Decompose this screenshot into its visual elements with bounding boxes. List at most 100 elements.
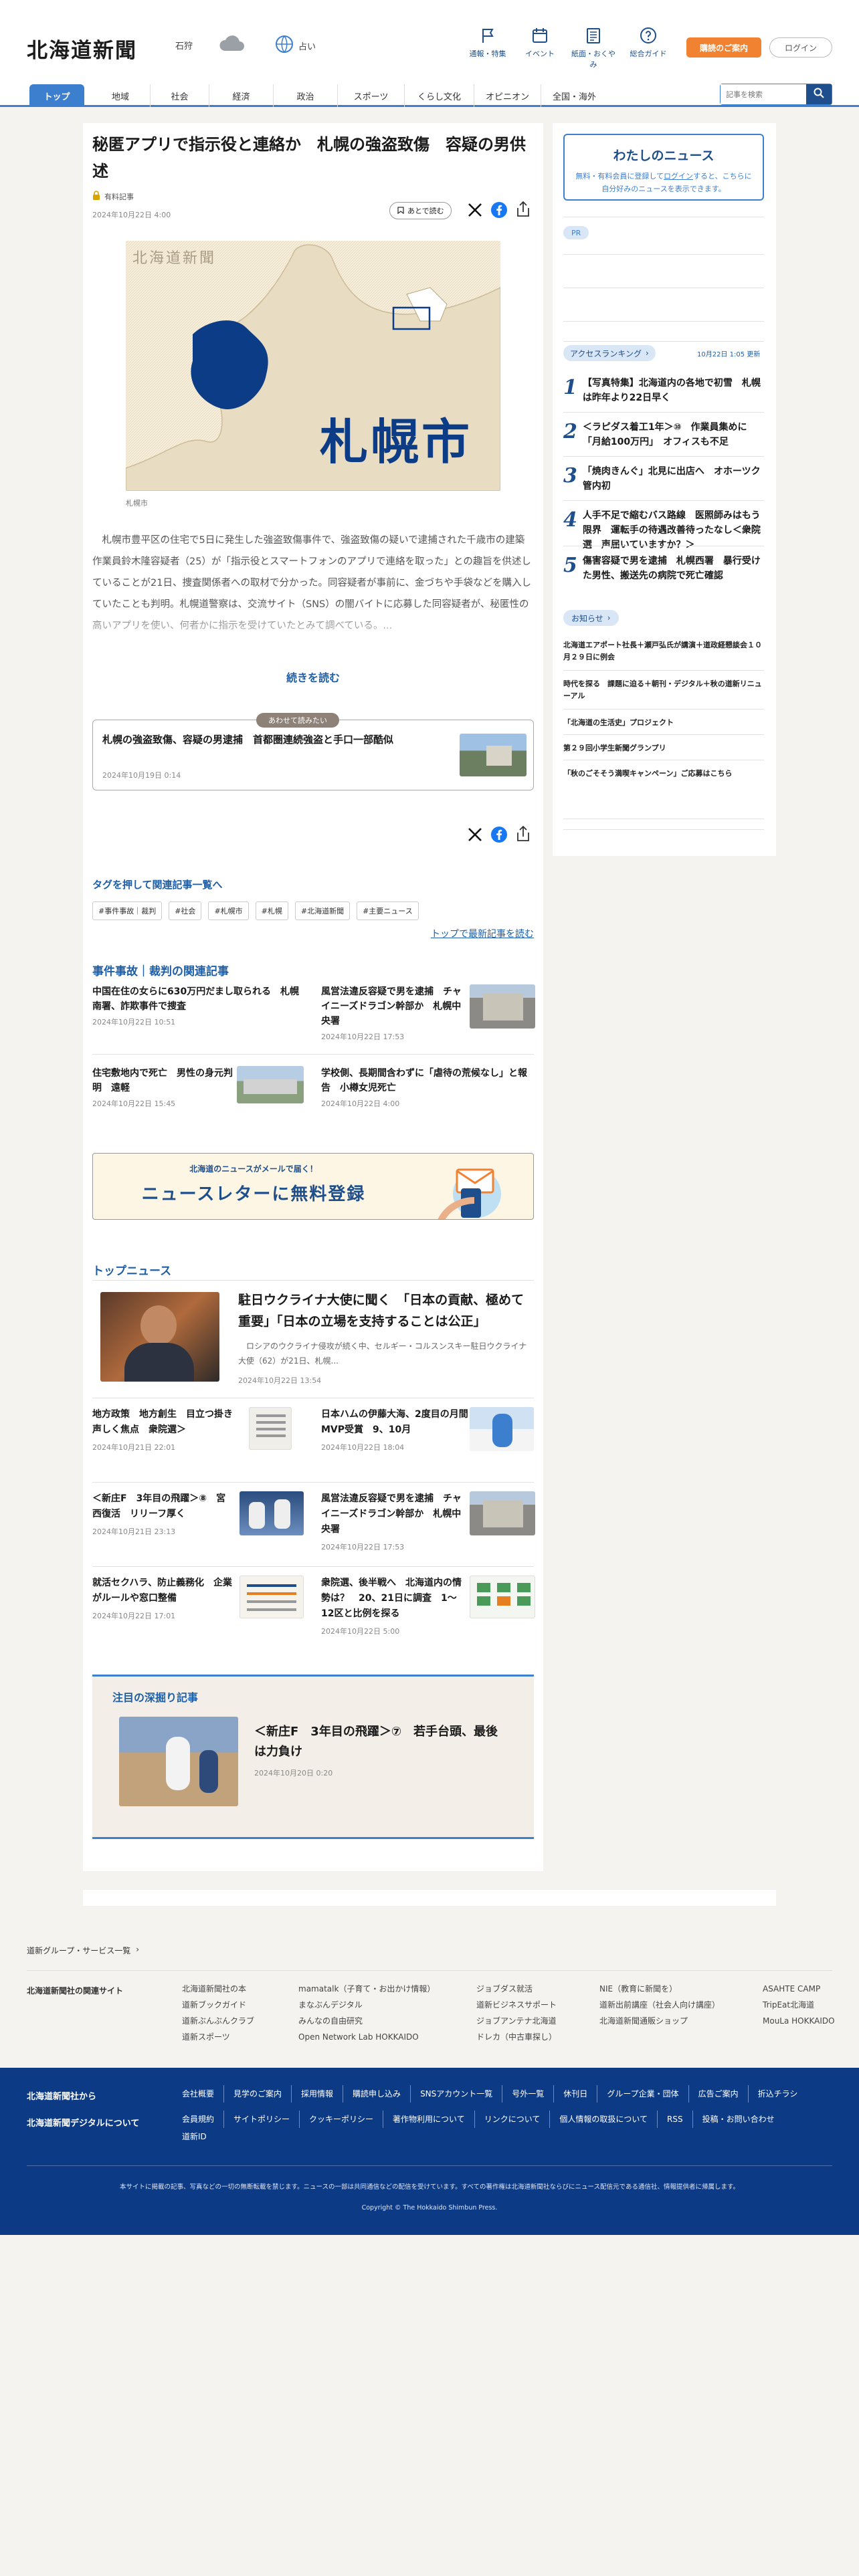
company-link[interactable]: グループ企業・団体 [597,2085,688,2103]
top-news-item[interactable]: ＜新庄F 3年目の飛躍＞⑧ 宮西復活 リリーフ厚く 2024年10月21日 23… [92,1491,306,1537]
company-link[interactable]: 休刊日 [553,2085,597,2103]
ranking-item[interactable]: 3 「焼肉きんぐ」北見に出店へ オホーツク管内初 [563,464,764,494]
ranking-heading[interactable]: アクセスランキング › [563,345,656,361]
notice-item[interactable]: 時代を探る 課題に迫る＋朝刊・デジタル＋秋の道新リニューアル [563,678,764,702]
company-link[interactable]: 折込チラシ [747,2085,807,2103]
company-link[interactable]: SNSアカウント一覧 [410,2085,502,2103]
footer-site-link[interactable]: 北海道新聞社の本 [182,1981,289,1997]
top-news-item[interactable]: 就活セクハラ、防止義務化 企業がルールや窓口整備 2024年10月22日 17:… [92,1576,306,1621]
company-link[interactable]: 採用情報 [291,2085,343,2103]
facebook-share-icon[interactable] [491,202,507,221]
ranking-item[interactable]: 2 ＜ラピダス着工1年＞⑩ 作業員集めに「月給100万円」 オフィスも不足 [563,420,764,449]
footer-site-link[interactable]: みんなの自由研究 [298,2013,472,2029]
top-news-feature[interactable]: 駐日ウクライナ大使に聞く 「日本の貢献、極めて重要」「日本の立場を支持することは… [238,1289,533,1386]
deep-dive-heading[interactable]: 注目の深掘り記事 [112,1689,198,1705]
footer-site-link[interactable]: ASAHTE CAMP [763,1981,836,1997]
search-input[interactable] [721,84,806,104]
digital-link[interactable]: クッキーポリシー [299,2111,383,2128]
my-news-login-link[interactable]: ログイン [664,172,693,181]
tag-item[interactable]: #札幌 [255,901,288,920]
latest-news-link[interactable]: トップで最新記事を読む [431,927,534,940]
read-later-button[interactable]: あとで読む [389,202,452,219]
nav-guide[interactable]: 総合ガイド [625,27,672,59]
tag-item[interactable]: #主要ニュース [357,901,419,920]
recommend-box[interactable]: あわせて読みたい 札幌の強盗致傷、容疑の男逮捕 首都圏連続強盗と手口一部酷似 2… [92,713,534,790]
tag-item[interactable]: #事件事故｜裁判 [92,901,163,920]
top-news-item[interactable]: 衆院選、後半戦へ 北海道内の情勢は？ 20、21日に調査 1〜12区と比例を探る… [321,1576,535,1636]
footer-site-link[interactable]: NIE（教育に新聞を） [599,1981,753,1997]
nav-tab-top[interactable]: トップ [29,84,84,107]
top-news-item[interactable]: 風営法違反容疑で男を逮捕 チャイニーズドラゴン幹部か 札幌中央署 2024年10… [321,1491,535,1552]
company-link[interactable]: 会社概要 [182,2085,223,2103]
digital-link[interactable]: 会員規約 [182,2111,223,2128]
footer-site-link[interactable]: 道新ブックガイド [182,1997,289,2013]
search-button[interactable] [806,84,832,104]
footer-site-link[interactable]: ジョブアンテナ北海道 [476,2013,590,2029]
notice-item[interactable]: 第２９回小学生新聞グランプリ [563,742,764,754]
share-icon[interactable] [515,201,531,221]
notice-item[interactable]: 北海道エアポート社長＋瀬戸弘氏が講演＋道政経懇談会１０月２９日に例会 [563,639,764,663]
x-share-icon[interactable] [467,202,483,221]
related-item[interactable]: 中国在住の女らに630万円だまし取られる 札幌南署、詐欺事件で捜査 2024年1… [92,984,306,1045]
footer-site-link[interactable]: 北海道新聞通販ショップ [599,2013,753,2029]
login-button[interactable]: ログイン [769,37,832,58]
facebook-share-icon-bottom[interactable] [491,827,507,845]
related-item[interactable]: 風営法違反容疑で男を逮捕 チャイニーズドラゴン幹部か 札幌中央署 2024年10… [321,984,535,1045]
footer-site-link[interactable]: まなぶんデジタル [298,1997,472,2013]
top-news-feature-image[interactable] [100,1292,219,1382]
nav-tab-opinion[interactable]: オピニオン [474,84,541,107]
group-services-link[interactable]: 道新グループ・サービス一覧 › [27,1945,139,1956]
nav-tab-society[interactable]: 社会 [150,84,209,107]
tag-item[interactable]: #社会 [169,901,202,920]
top-news-item[interactable]: 地方政策 地方創生 目立つ掛き声しく焦点 衆院選＞ 2024年10月21日 22… [92,1407,306,1453]
region-label[interactable]: 石狩 [175,39,193,51]
subscribe-button[interactable]: 購読のご案内 [686,37,761,58]
top-news-item[interactable]: 日本ハムの伊藤大海、2度目の月間MVP受賞 9、10月 2024年10月22日 … [321,1407,535,1453]
newsletter-banner[interactable]: 北海道のニュースがメールで届く！ ニュースレターに無料登録 [92,1153,534,1220]
nav-paper[interactable]: 紙面・おくやみ [570,27,617,70]
notice-heading[interactable]: お知らせ › [563,610,619,626]
footer-site-link[interactable]: 道新出前講座（社会人向け講座） [599,1997,753,2013]
related-item[interactable]: 学校側、長期間含わずに「虐待の荒候なし」と報告 小樽女児死亡 2024年10月2… [321,1066,535,1126]
footer-site-link[interactable]: 道新ぶんぶんクラブ [182,2013,289,2029]
ranking-item[interactable]: 1 【写真特集】北海道内の各地で初雪 札幌は昨年より22日早く [563,376,764,405]
company-link[interactable]: 購読申し込み [343,2085,410,2103]
footer-site-link[interactable]: TripEat北海道 [763,1997,836,2013]
footer-site-link[interactable]: ドレカ（中古車探し） [476,2029,590,2045]
company-link[interactable]: 見学のご案内 [223,2085,291,2103]
footer-site-link[interactable]: 道新ビジネスサポート [476,1997,590,2013]
nav-tab-sports[interactable]: スポーツ [337,84,404,107]
fortune-link[interactable]: 占い [274,33,332,58]
nav-tab-economy[interactable]: 経済 [209,84,273,107]
footer-site-link[interactable]: 道新スポーツ [182,2029,289,2045]
footer-site-link[interactable]: ジョブダス就活 [476,1981,590,1997]
notice-item[interactable]: 「北海道の生活史」プロジェクト [563,717,764,729]
x-share-icon-bottom[interactable] [467,827,483,845]
nav-report[interactable]: 通報・特集 [464,27,511,59]
digital-link[interactable]: 著作物利用について [383,2111,474,2128]
ranking-item[interactable]: 5 傷害容疑で男を逮捕 札幌西署 暴行受けた男性、搬送先の病院で死亡確認 [563,554,764,583]
footer-site-link[interactable]: Open Network Lab HOKKAIDO [298,2029,472,2045]
notice-item[interactable]: 「秋のごそそう満喫キャンペーン」ご応募はこちら [563,768,764,780]
company-link[interactable]: 広告ご案内 [688,2085,748,2103]
site-logo[interactable]: 北海道新聞 [27,33,137,64]
nav-tab-politics[interactable]: 政治 [273,84,337,107]
nav-tab-world[interactable]: 全国・海外 [541,84,607,107]
digital-link[interactable]: RSS [657,2111,692,2128]
related-item[interactable]: 住宅敷地内で死亡 男性の身元判明 遠軽 2024年10月22日 15:45 [92,1066,306,1126]
share-icon-bottom[interactable] [515,825,531,845]
nav-event[interactable]: イベント [516,27,563,59]
digital-link[interactable]: 投稿・お問い合わせ [692,2111,784,2128]
nav-tab-culture[interactable]: くらし文化 [404,84,474,107]
digital-link[interactable]: リンクについて [474,2111,550,2128]
footer-site-link[interactable]: MouLa HOKKAIDO [763,2013,836,2029]
nav-tab-local[interactable]: 地域 [91,84,150,107]
read-more-link[interactable]: 続きを読む [83,669,543,685]
tag-item[interactable]: #札幌市 [208,901,249,920]
company-link[interactable]: 号外一覧 [502,2085,553,2103]
digital-link[interactable]: 個人情報の取扱について [549,2111,657,2128]
digital-link[interactable]: サイトポリシー [223,2111,299,2128]
footer-site-link[interactable]: mamatalk（子育て・お出かけ情報） [298,1981,472,1997]
tag-item[interactable]: #北海道新聞 [294,901,351,920]
digital-link[interactable]: 道新ID [182,2128,824,2145]
